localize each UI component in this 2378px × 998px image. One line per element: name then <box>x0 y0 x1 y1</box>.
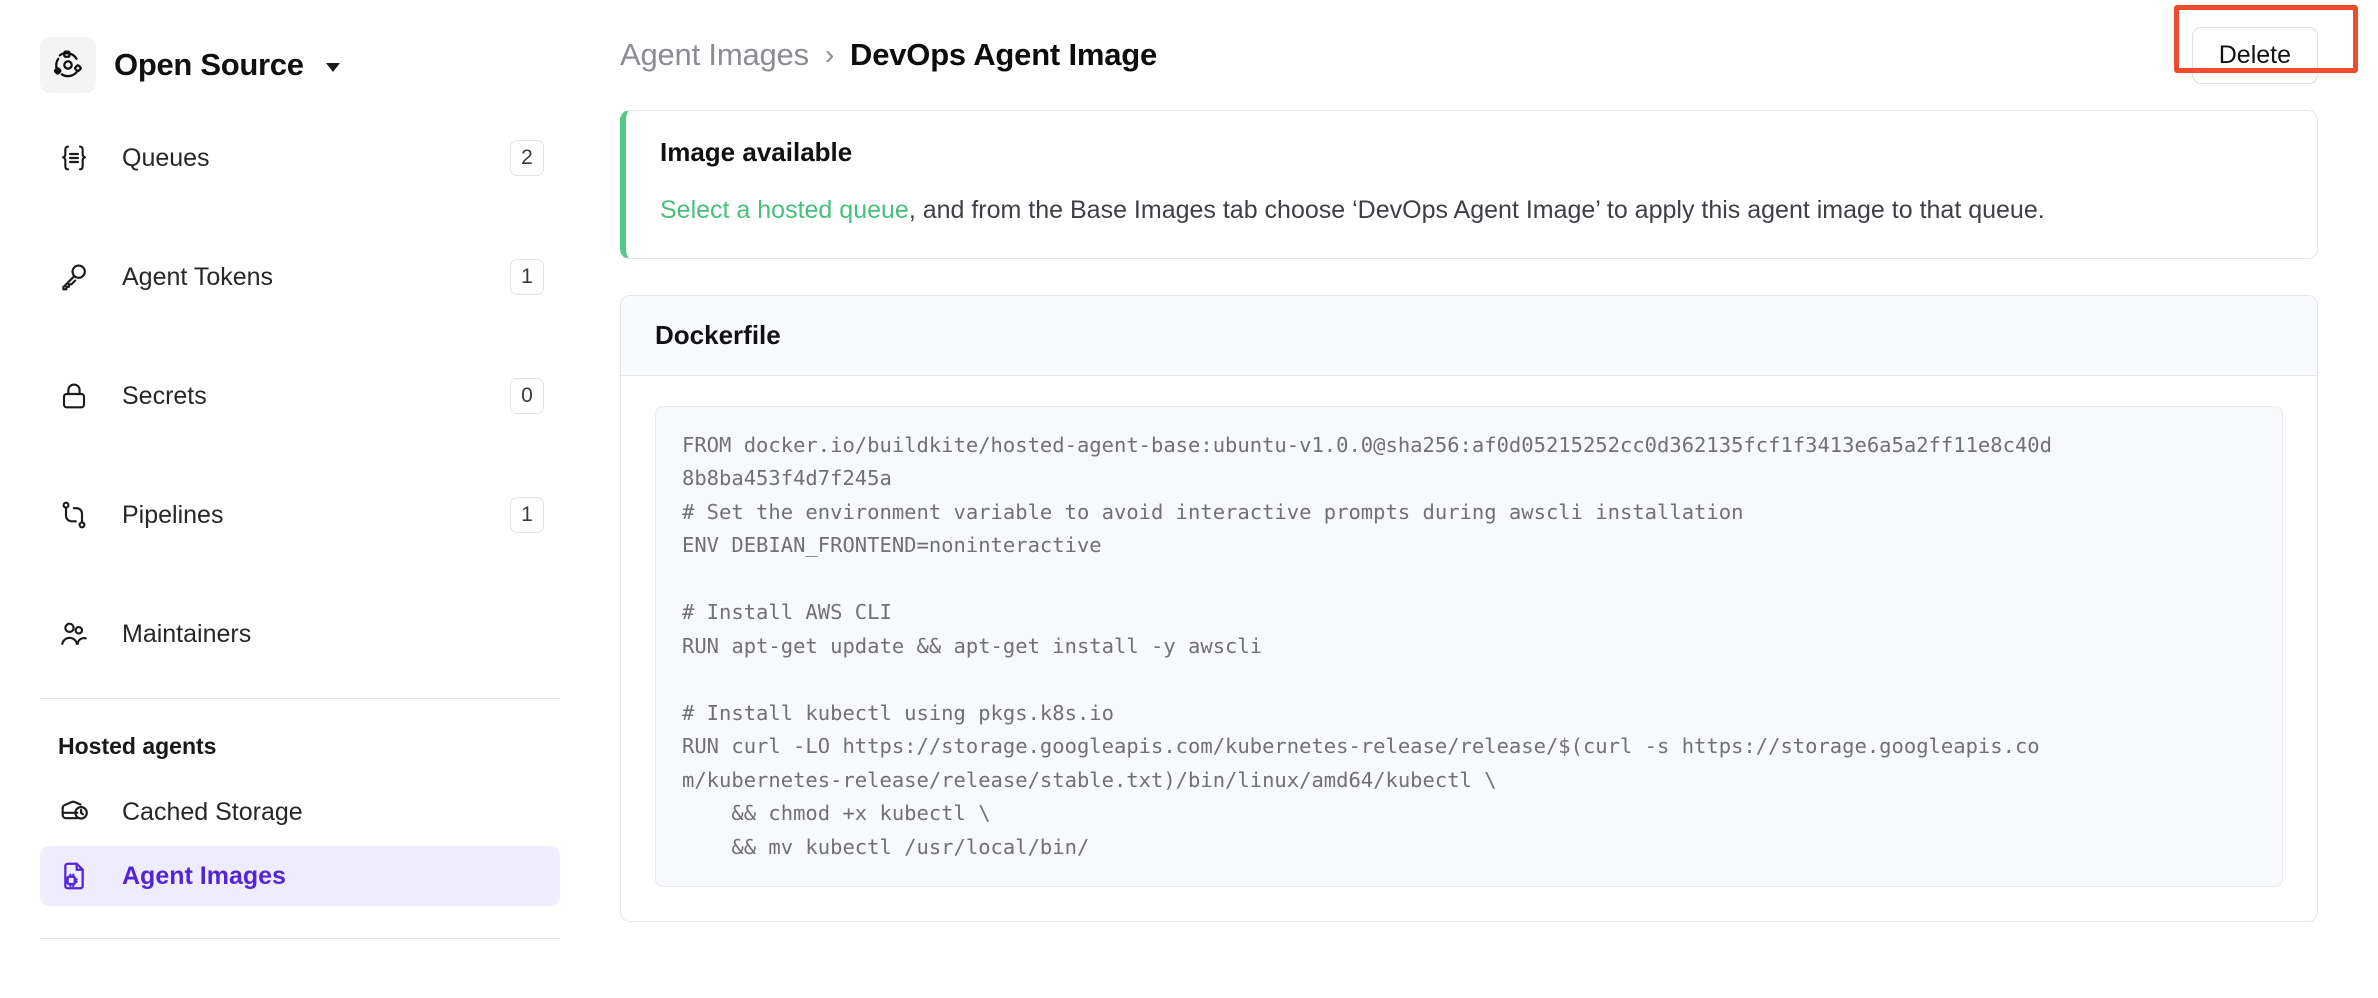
sidebar-item-pipelines[interactable]: Pipelines 1 <box>40 485 560 545</box>
sidebar-badge-agent-tokens: 1 <box>510 259 544 295</box>
sidebar-item-label: Agent Images <box>122 862 544 891</box>
main-content: Agent Images › DevOps Agent Image Delete… <box>600 0 2378 998</box>
key-icon <box>58 261 98 293</box>
chevron-down-icon[interactable] <box>326 63 340 72</box>
dockerfile-code: FROM docker.io/buildkite/hosted-agent-ba… <box>655 406 2283 888</box>
sidebar-badge-pipelines: 1 <box>510 497 544 533</box>
sidebar-item-secrets[interactable]: Secrets 0 <box>40 366 560 426</box>
cached-storage-icon <box>58 796 98 828</box>
topbar: Agent Images › DevOps Agent Image Delete <box>600 0 2378 110</box>
sidebar-item-agent-tokens[interactable]: Agent Tokens 1 <box>40 247 560 307</box>
lock-icon <box>58 380 98 412</box>
nav-spacer <box>40 307 560 366</box>
dockerfile-card-header: Dockerfile <box>621 296 2317 376</box>
breadcrumb-separator-icon: › <box>825 39 834 71</box>
nav-spacer <box>40 188 560 247</box>
nav-spacer <box>0 906 600 938</box>
sidebar-item-label: Maintainers <box>122 620 544 649</box>
users-icon <box>58 618 98 650</box>
page-title: DevOps Agent Image <box>850 37 1157 73</box>
breadcrumb-parent-link[interactable]: Agent Images <box>620 37 809 73</box>
sidebar-item-agent-images[interactable]: Agent Images <box>40 846 560 906</box>
sidebar-item-queues[interactable]: Queues 2 <box>40 128 560 188</box>
nav-spacer <box>0 664 600 698</box>
hosted-agents-nav: Cached Storage Agent Images <box>0 782 600 906</box>
sidebar-item-label: Cached Storage <box>122 798 544 827</box>
content-area: Image available Select a hosted queue, a… <box>600 110 2378 922</box>
sidebar-item-label: Pipelines <box>122 501 510 530</box>
org-name: Open Source <box>114 47 304 83</box>
delete-button[interactable]: Delete <box>2192 27 2318 84</box>
sidebar-item-label: Secrets <box>122 382 510 411</box>
org-switcher[interactable]: Open Source <box>0 30 600 100</box>
sidebar-section-hosted-agents: Hosted agents <box>0 733 600 760</box>
sidebar-item-label: Agent Tokens <box>122 263 510 292</box>
nav-spacer <box>40 545 560 604</box>
topbar-actions: Delete <box>2192 27 2318 84</box>
image-available-banner: Image available Select a hosted queue, a… <box>620 110 2318 259</box>
sidebar-badge-secrets: 0 <box>510 378 544 414</box>
pipeline-icon <box>58 499 98 531</box>
sidebar-item-label: Queues <box>122 144 510 173</box>
dockerfile-card: Dockerfile FROM docker.io/buildkite/host… <box>620 295 2318 923</box>
primary-nav: Queues 2 Agent Tokens 1 <box>0 128 600 664</box>
nav-spacer <box>40 426 560 485</box>
banner-body-text: , and from the Base Images tab choose ‘D… <box>909 196 2045 224</box>
banner-title: Image available <box>660 137 2283 168</box>
sidebar-item-maintainers[interactable]: Maintainers <box>40 604 560 664</box>
banner-body: Select a hosted queue, and from the Base… <box>660 194 2283 228</box>
sidebar-divider-bottom <box>40 938 560 939</box>
breadcrumb: Agent Images › DevOps Agent Image <box>620 37 1157 73</box>
sidebar: Open Source Queues 2 <box>0 0 600 998</box>
sidebar-item-cached-storage[interactable]: Cached Storage <box>40 782 560 842</box>
braces-list-icon <box>58 142 98 174</box>
orbit-logo-icon <box>40 37 96 93</box>
agent-image-icon <box>58 860 98 892</box>
app-root: Open Source Queues 2 <box>0 0 2378 998</box>
select-hosted-queue-link[interactable]: Select a hosted queue <box>660 196 909 224</box>
dockerfile-card-title: Dockerfile <box>655 320 781 350</box>
sidebar-badge-queues: 2 <box>510 140 544 176</box>
dockerfile-card-body: FROM docker.io/buildkite/hosted-agent-ba… <box>621 376 2317 922</box>
sidebar-divider-top <box>40 698 560 699</box>
